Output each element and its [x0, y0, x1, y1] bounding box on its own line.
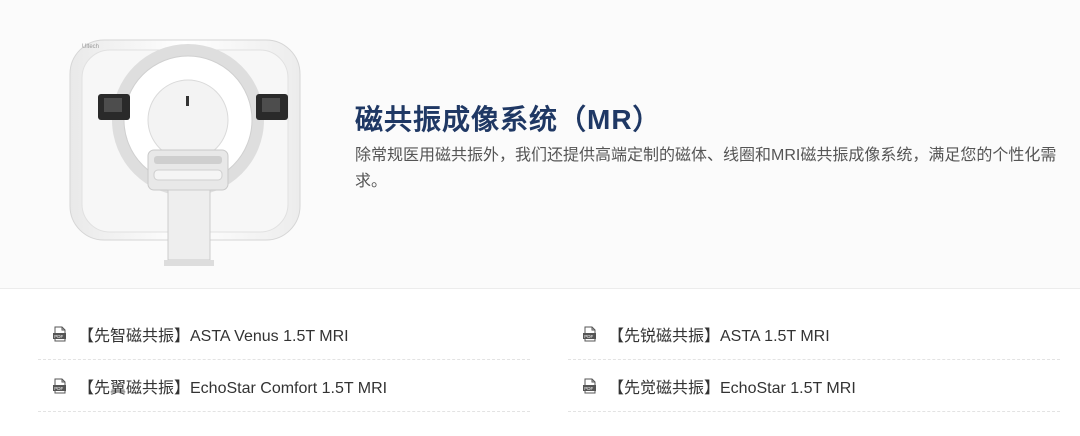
product-hero: Ultech 磁共振成像系统（MR） 除常规医用磁共振外，我们还提供高端定制的磁…: [0, 0, 1080, 289]
page-description: 除常规医用磁共振外，我们还提供高端定制的磁体、线圈和MRI磁共振成像系统，满足您…: [355, 147, 1057, 190]
document-label: 【先翼磁共振】EchoStar Comfort 1.5T MRI: [78, 379, 388, 397]
document-link-echostar[interactable]: PDF 【先觉磁共振】EchoStar 1.5T MRI: [568, 360, 1060, 412]
document-link-asta-venus[interactable]: PDF 【先智磁共振】ASTA Venus 1.5T MRI: [38, 308, 530, 360]
pdf-icon: PDF: [53, 326, 66, 341]
svg-text:PDF: PDF: [584, 333, 593, 338]
page-title: 磁共振成像系统（MR）: [355, 104, 662, 135]
svg-text:Ultech: Ultech: [82, 44, 99, 50]
document-label: 【先锐磁共振】ASTA 1.5T MRI: [608, 327, 830, 345]
pdf-icon: PDF: [583, 378, 596, 393]
svg-text:PDF: PDF: [584, 385, 593, 390]
svg-text:PDF: PDF: [54, 385, 63, 390]
document-link-echostar-comfort[interactable]: PDF 【先翼磁共振】EchoStar Comfort 1.5T MRI: [38, 360, 530, 412]
document-link-asta[interactable]: PDF 【先锐磁共振】ASTA 1.5T MRI: [568, 308, 1060, 360]
pdf-icon: PDF: [583, 326, 596, 341]
mri-scanner-image: Ultech: [69, 39, 301, 266]
pdf-icon: PDF: [53, 378, 66, 393]
document-list: PDF 【先智磁共振】ASTA Venus 1.5T MRI PDF 【先锐磁共…: [38, 308, 1060, 418]
document-label: 【先觉磁共振】EchoStar 1.5T MRI: [608, 379, 856, 397]
svg-text:PDF: PDF: [54, 333, 63, 338]
document-label: 【先智磁共振】ASTA Venus 1.5T MRI: [78, 327, 349, 345]
